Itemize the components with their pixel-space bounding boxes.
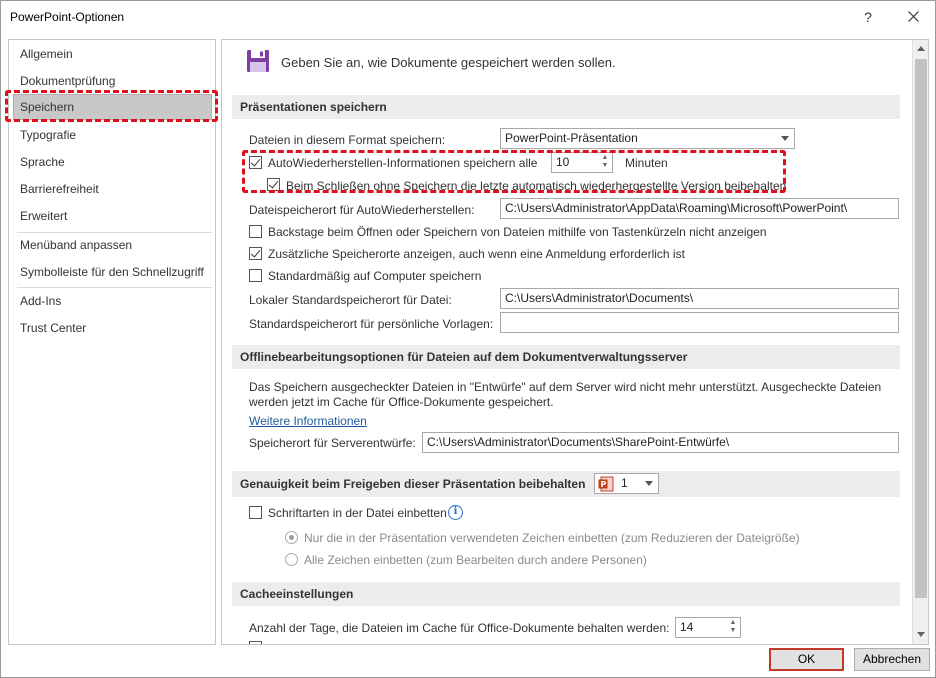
keep-last-version-checkbox[interactable] [267, 178, 280, 191]
no-backstage-label: Backstage beim Öffnen oder Speichern von… [268, 225, 767, 239]
section-header-cache: Cacheeinstellungen [232, 582, 900, 606]
server-drafts-input[interactable]: C:\Users\Administrator\Documents\SharePo… [422, 432, 899, 453]
embed-fonts-label: Schriftarten in der Datei einbetten [268, 506, 447, 520]
cache-days-stepper[interactable]: 14 ▲ ▼ [675, 617, 741, 638]
spinner-arrows-icon: ▲ ▼ [601, 154, 609, 169]
cache-days-label: Anzahl der Tage, die Dateien im Cache fü… [249, 621, 670, 635]
local-default-label: Lokaler Standardspeicherort für Datei: [249, 293, 452, 307]
autorecover-minutes-value: 10 [556, 155, 570, 169]
page-header-text: Geben Sie an, wie Dokumente gespeichert … [281, 55, 616, 70]
autorecover-location-label: Dateispeicherort für AutoWiederherstelle… [249, 203, 475, 217]
chevron-down-icon [781, 136, 789, 141]
close-icon [907, 11, 919, 22]
presentation-value: 1 [621, 476, 628, 490]
nav-item-allgemein[interactable]: Allgemein [20, 43, 73, 65]
offline-info-line2: werden jetzt im Cache für Office-Dokumen… [249, 395, 554, 409]
nav-item-barrierefreiheit[interactable]: Barrierefreiheit [20, 178, 99, 200]
save-to-computer-label: Standardmäßig auf Computer speichern [268, 269, 482, 283]
embed-fonts-checkbox[interactable] [249, 506, 262, 519]
nav-divider [17, 232, 212, 233]
ok-button[interactable]: OK [769, 648, 844, 671]
personal-templates-input[interactable] [500, 312, 899, 333]
embed-all-radio[interactable] [285, 553, 298, 566]
category-nav: Allgemein Dokumentprüfung Speichern Typo… [8, 39, 216, 645]
embed-all-label: Alle Zeichen einbetten (zum Bearbeiten d… [304, 553, 647, 567]
section-header-save: Präsentationen speichern [232, 95, 900, 119]
nav-item-trustcenter[interactable]: Trust Center [20, 317, 86, 339]
title-bar: PowerPoint-Optionen ? [1, 1, 935, 33]
more-info-link[interactable]: Weitere Informationen [249, 414, 367, 428]
presentation-select[interactable]: P 1 [594, 473, 659, 494]
format-label: Dateien in diesem Format speichern: [249, 133, 446, 147]
options-dialog: PowerPoint-Optionen ? Allgemein Dokument… [0, 0, 936, 678]
nav-item-speichern[interactable]: Speichern [13, 94, 212, 120]
help-button[interactable]: ? [853, 6, 883, 28]
nav-item-menueband[interactable]: Menüband anpassen [20, 234, 132, 256]
autorecover-checkbox[interactable] [249, 156, 262, 169]
nav-item-addins[interactable]: Add-Ins [20, 290, 61, 312]
info-icon[interactable]: i [448, 505, 463, 520]
nav-item-speichern-label: Speichern [20, 100, 75, 114]
autorecover-location-input[interactable]: C:\Users\Administrator\AppData\Roaming\M… [500, 198, 899, 219]
nav-item-dokumentpruefung[interactable]: Dokumentprüfung [20, 70, 115, 92]
partial-checkbox[interactable] [249, 641, 262, 644]
offline-info-line1: Das Speichern ausgecheckter Dateien in "… [249, 380, 882, 394]
autorecover-label: AutoWiederherstellen-Informationen speic… [268, 156, 538, 170]
nav-divider [17, 287, 212, 288]
close-button[interactable] [898, 6, 928, 28]
show-locations-checkbox[interactable] [249, 247, 262, 260]
personal-templates-label: Standardspeicherort für persönliche Vorl… [249, 317, 494, 331]
section-header-fidelity: Genauigkeit beim Freigeben dieser Präsen… [232, 471, 900, 497]
window-title: PowerPoint-Optionen [10, 10, 125, 24]
spinner-arrows-icon: ▲ ▼ [729, 619, 737, 634]
format-value: PowerPoint-Präsentation [505, 131, 638, 145]
cancel-button[interactable]: Abbrechen [854, 648, 930, 671]
no-backstage-checkbox[interactable] [249, 225, 262, 238]
options-content: Geben Sie an, wie Dokumente gespeichert … [221, 39, 929, 645]
arrow-up-icon [917, 46, 925, 51]
nav-item-typografie[interactable]: Typografie [20, 124, 76, 146]
arrow-down-icon [917, 632, 925, 637]
cache-days-value: 14 [680, 620, 694, 634]
scroll-thumb[interactable] [915, 59, 927, 598]
section-header-offline: Offlinebearbeitungsoptionen für Dateien … [232, 345, 900, 369]
scroll-down-button[interactable] [913, 627, 928, 643]
scroll-up-button[interactable] [913, 41, 928, 57]
minutes-label: Minuten [625, 156, 668, 170]
nav-item-sprache[interactable]: Sprache [20, 151, 65, 173]
svg-text:P: P [601, 480, 607, 489]
local-default-input[interactable]: C:\Users\Administrator\Documents\ [500, 288, 899, 309]
autorecover-minutes-stepper[interactable]: 10 ▲ ▼ [551, 152, 613, 173]
format-dropdown[interactable]: PowerPoint-Präsentation [500, 128, 795, 149]
embed-used-label: Nur die in der Präsentation verwendeten … [304, 531, 800, 545]
fidelity-title: Genauigkeit beim Freigeben dieser Präsen… [240, 477, 586, 491]
save-to-computer-checkbox[interactable] [249, 269, 262, 282]
show-locations-label: Zusätzliche Speicherorte anzeigen, auch … [268, 247, 685, 261]
embed-used-radio[interactable] [285, 531, 298, 544]
powerpoint-icon: P [598, 476, 614, 492]
vertical-scrollbar[interactable] [912, 40, 928, 644]
keep-last-version-label: Beim Schließen ohne Speichern die letzte… [286, 179, 787, 193]
nav-item-schnellzugriff[interactable]: Symbolleiste für den Schnellzugriff [20, 261, 204, 283]
chevron-down-icon [645, 481, 653, 486]
nav-item-erweitert[interactable]: Erweitert [20, 205, 67, 227]
save-icon [247, 50, 269, 72]
server-drafts-label: Speicherort für Serverentwürfe: [249, 436, 416, 450]
